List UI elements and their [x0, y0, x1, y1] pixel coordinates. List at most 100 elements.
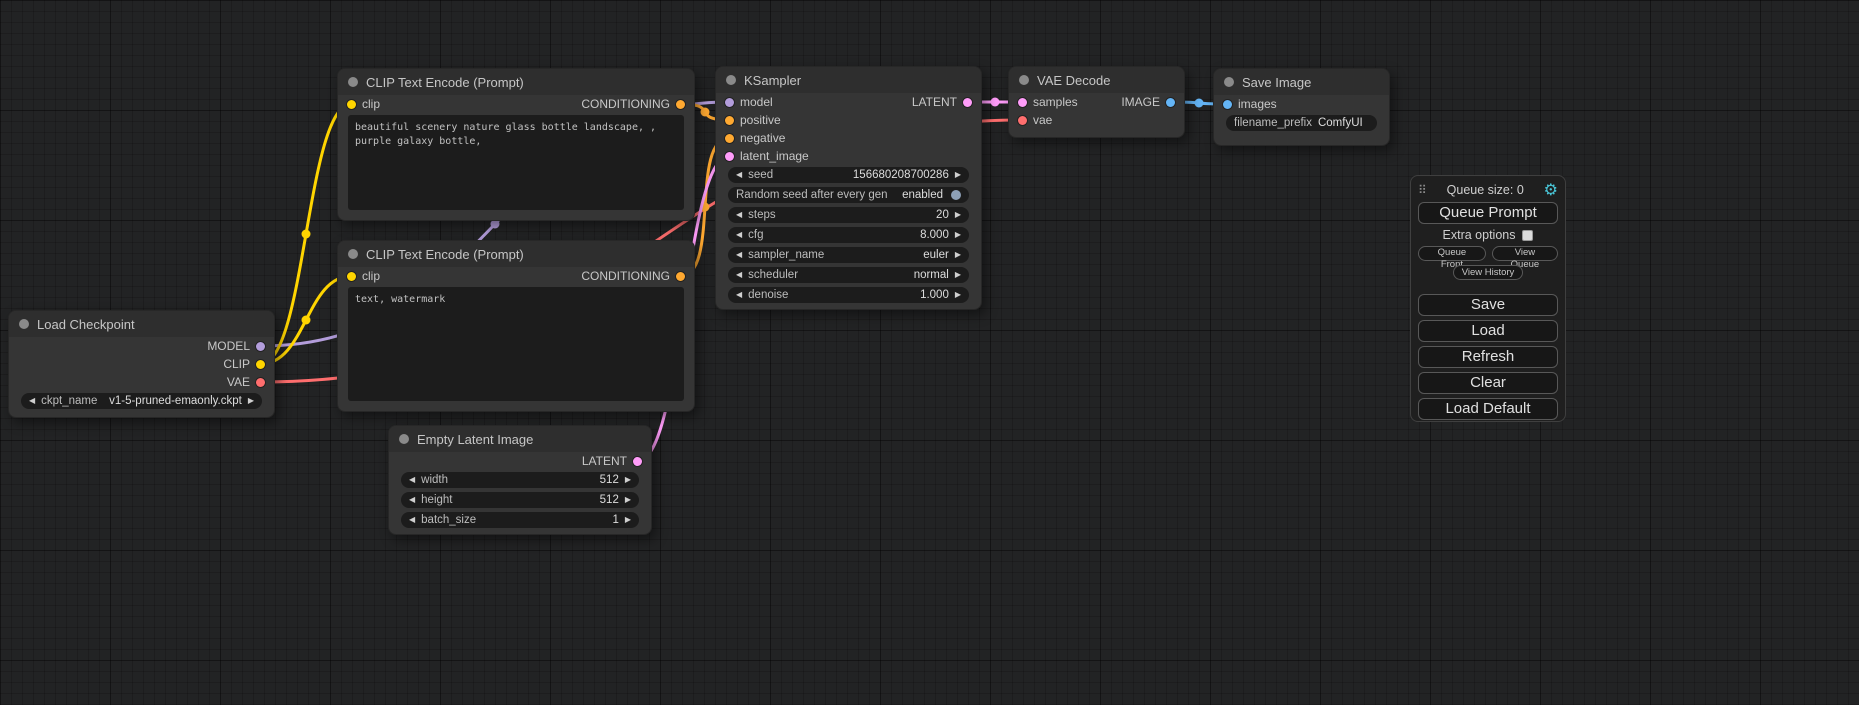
slot-dot-conditioning[interactable] [676, 100, 685, 109]
collapse-toggle-icon[interactable] [399, 434, 409, 444]
extra-options-checkbox[interactable] [1522, 230, 1533, 241]
widget-steps[interactable]: ◀ steps 20 ▶ [728, 207, 969, 223]
node-title-bar[interactable]: Load Checkpoint [9, 311, 274, 337]
slot-dot-clip[interactable] [347, 100, 356, 109]
node-clip-text-encode-positive[interactable]: CLIP Text Encode (Prompt) clip CONDITION… [337, 68, 695, 221]
increment-arrow-icon[interactable]: ▶ [955, 271, 961, 279]
node-clip-text-encode-negative[interactable]: CLIP Text Encode (Prompt) clip CONDITION… [337, 240, 695, 412]
collapse-toggle-icon[interactable] [726, 75, 736, 85]
collapse-toggle-icon[interactable] [1224, 77, 1234, 87]
node-title-bar[interactable]: VAE Decode [1009, 67, 1184, 93]
slot-dot-latent-image[interactable] [725, 152, 734, 161]
save-button[interactable]: Save [1418, 294, 1558, 316]
positive-prompt-textarea[interactable]: beautiful scenery nature glass bottle la… [348, 115, 684, 210]
output-slot-latent[interactable]: LATENT [582, 454, 642, 468]
widget-filename-prefix[interactable]: filename_prefix ComfyUI [1226, 115, 1377, 131]
increment-arrow-icon[interactable]: ▶ [955, 231, 961, 239]
collapse-toggle-icon[interactable] [348, 77, 358, 87]
collapse-toggle-icon[interactable] [348, 249, 358, 259]
negative-prompt-textarea[interactable]: text, watermark [348, 287, 684, 401]
node-title-bar[interactable]: Save Image [1214, 69, 1389, 95]
output-slot-latent[interactable]: LATENT [912, 95, 972, 109]
widget-random-seed-toggle[interactable]: Random seed after every gen enabled [728, 187, 969, 203]
view-history-button[interactable]: View History [1453, 265, 1524, 280]
decrement-arrow-icon[interactable]: ◀ [409, 476, 415, 484]
increment-arrow-icon[interactable]: ▶ [625, 496, 631, 504]
queue-front-button[interactable]: Queue Front [1418, 246, 1486, 261]
input-slot-model[interactable]: model [725, 95, 773, 109]
output-slot-vae[interactable]: VAE [227, 375, 265, 389]
widget-batch-size[interactable]: ◀ batch_size 1 ▶ [401, 512, 639, 528]
slot-dot-clip[interactable] [347, 272, 356, 281]
decrement-arrow-icon[interactable]: ◀ [736, 271, 742, 279]
input-slot-samples[interactable]: samples [1018, 95, 1078, 109]
increment-arrow-icon[interactable]: ▶ [248, 397, 254, 405]
node-vae-decode[interactable]: VAE Decode samples IMAGE vae [1008, 66, 1185, 138]
output-slot-image[interactable]: IMAGE [1121, 95, 1175, 109]
node-ksampler[interactable]: KSampler model LATENT positive negative … [715, 66, 982, 310]
clear-button[interactable]: Clear [1418, 372, 1558, 394]
widget-width[interactable]: ◀ width 512 ▶ [401, 472, 639, 488]
input-slot-clip[interactable]: clip [347, 97, 380, 111]
decrement-arrow-icon[interactable]: ◀ [736, 231, 742, 239]
widget-cfg[interactable]: ◀ cfg 8.000 ▶ [728, 227, 969, 243]
slot-dot-image[interactable] [1166, 98, 1175, 107]
slot-dot-vae[interactable] [1018, 116, 1027, 125]
increment-arrow-icon[interactable]: ▶ [625, 516, 631, 524]
slot-dot-latent[interactable] [963, 98, 972, 107]
node-title-bar[interactable]: CLIP Text Encode (Prompt) [338, 241, 694, 267]
node-empty-latent-image[interactable]: Empty Latent Image LATENT ◀ width 512 ▶ … [388, 425, 652, 535]
view-queue-button[interactable]: View Queue [1492, 246, 1558, 261]
slot-dot-clip[interactable] [256, 360, 265, 369]
decrement-arrow-icon[interactable]: ◀ [409, 496, 415, 504]
slot-dot-negative[interactable] [725, 134, 734, 143]
input-slot-vae[interactable]: vae [1018, 113, 1052, 127]
increment-arrow-icon[interactable]: ▶ [955, 251, 961, 259]
slot-dot-model[interactable] [256, 342, 265, 351]
load-default-button[interactable]: Load Default [1418, 398, 1558, 420]
decrement-arrow-icon[interactable]: ◀ [409, 516, 415, 524]
output-slot-clip[interactable]: CLIP [223, 357, 265, 371]
node-title-bar[interactable]: Empty Latent Image [389, 426, 651, 452]
input-slot-latent-image[interactable]: latent_image [725, 149, 809, 163]
decrement-arrow-icon[interactable]: ◀ [736, 291, 742, 299]
decrement-arrow-icon[interactable]: ◀ [736, 211, 742, 219]
increment-arrow-icon[interactable]: ▶ [625, 476, 631, 484]
collapse-toggle-icon[interactable] [1019, 75, 1029, 85]
widget-ckpt-name[interactable]: ◀ ckpt_name v1-5-pruned-emaonly.ckpt ▶ [21, 393, 262, 409]
output-slot-model[interactable]: MODEL [207, 339, 265, 353]
refresh-button[interactable]: Refresh [1418, 346, 1558, 368]
node-load-checkpoint[interactable]: Load Checkpoint MODEL CLIP VAE ◀ ckpt_na… [8, 310, 275, 418]
output-slot-conditioning[interactable]: CONDITIONING [581, 97, 685, 111]
queue-prompt-button[interactable]: Queue Prompt [1418, 202, 1558, 224]
increment-arrow-icon[interactable]: ▶ [955, 171, 961, 179]
slot-dot-latent[interactable] [633, 457, 642, 466]
increment-arrow-icon[interactable]: ▶ [955, 211, 961, 219]
drag-handle-icon[interactable]: ⠿ [1418, 183, 1427, 197]
decrement-arrow-icon[interactable]: ◀ [29, 397, 35, 405]
output-slot-conditioning[interactable]: CONDITIONING [581, 269, 685, 283]
widget-scheduler[interactable]: ◀ scheduler normal ▶ [728, 267, 969, 283]
widget-seed[interactable]: ◀ seed 156680208700286 ▶ [728, 167, 969, 183]
node-save-image[interactable]: Save Image images filename_prefix ComfyU… [1213, 68, 1390, 146]
slot-dot-samples[interactable] [1018, 98, 1027, 107]
slot-dot-vae[interactable] [256, 378, 265, 387]
input-slot-negative[interactable]: negative [725, 131, 785, 145]
slot-dot-model[interactable] [725, 98, 734, 107]
slot-dot-conditioning[interactable] [676, 272, 685, 281]
slot-dot-images[interactable] [1223, 100, 1232, 109]
decrement-arrow-icon[interactable]: ◀ [736, 251, 742, 259]
node-title-bar[interactable]: CLIP Text Encode (Prompt) [338, 69, 694, 95]
settings-gear-icon[interactable]: ⚙ [1544, 182, 1558, 198]
widget-sampler-name[interactable]: ◀ sampler_name euler ▶ [728, 247, 969, 263]
input-slot-images[interactable]: images [1223, 97, 1277, 111]
widget-height[interactable]: ◀ height 512 ▶ [401, 492, 639, 508]
input-slot-positive[interactable]: positive [725, 113, 781, 127]
increment-arrow-icon[interactable]: ▶ [955, 291, 961, 299]
slot-dot-positive[interactable] [725, 116, 734, 125]
decrement-arrow-icon[interactable]: ◀ [736, 171, 742, 179]
widget-denoise[interactable]: ◀ denoise 1.000 ▶ [728, 287, 969, 303]
load-button[interactable]: Load [1418, 320, 1558, 342]
input-slot-clip[interactable]: clip [347, 269, 380, 283]
node-title-bar[interactable]: KSampler [716, 67, 981, 93]
